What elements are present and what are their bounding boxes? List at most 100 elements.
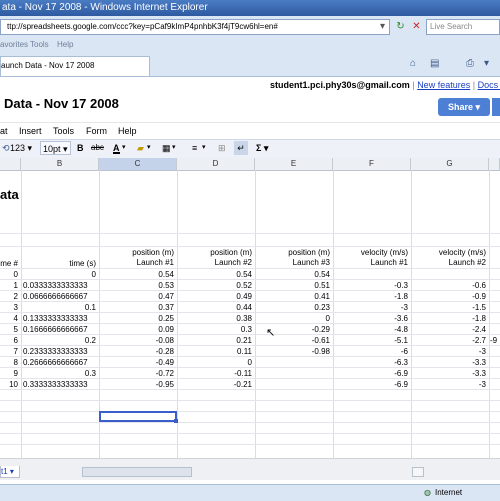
print-icon[interactable]: ⎙	[466, 58, 474, 69]
stop-icon[interactable]: ✕	[410, 20, 423, 33]
page-icon[interactable]: ▾	[484, 58, 489, 69]
cell-d[interactable]: 0.44	[177, 302, 255, 313]
cell-a[interactable]: 2	[0, 291, 21, 302]
cell-b[interactable]: 0.3	[21, 368, 99, 379]
column-header-e[interactable]: E	[255, 158, 333, 170]
cell-b[interactable]: 0.1333333333333	[21, 313, 99, 324]
cell-c[interactable]: -0.72	[99, 368, 177, 379]
cell-f[interactable]: -6.9	[333, 379, 411, 390]
header-pos2-line2[interactable]: Launch #2	[177, 257, 255, 268]
merge-cells-icon[interactable]: ⊞	[218, 141, 226, 155]
cell-a[interactable]: 8	[0, 357, 21, 368]
menu-form[interactable]: Form	[86, 123, 107, 139]
dropdown-arrow-icon[interactable]: ▾	[376, 20, 389, 33]
wrap-text-icon[interactable]: ↵	[234, 141, 248, 155]
column-header-b[interactable]: B	[21, 158, 99, 170]
column-header-f[interactable]: F	[333, 158, 411, 170]
cell-g[interactable]: -0.9	[411, 291, 489, 302]
column-header-g[interactable]: G	[411, 158, 489, 170]
live-search-input[interactable]: Live Search	[426, 19, 500, 35]
cell-g[interactable]: -1.5	[411, 302, 489, 313]
cell-f[interactable]: -5.1	[333, 335, 411, 346]
save-button-edge[interactable]	[492, 98, 500, 116]
cell-b[interactable]: 0.2333333333333	[21, 346, 99, 357]
font-size-dropdown[interactable]: 10pt ▾	[40, 141, 71, 155]
document-title[interactable]: Data - Nov 17 2008	[4, 96, 119, 111]
scroll-right-button[interactable]	[412, 467, 424, 477]
cell-c[interactable]: 0.53	[99, 280, 177, 291]
cell-f[interactable]: -6.9	[333, 368, 411, 379]
cell-a[interactable]: 6	[0, 335, 21, 346]
cell-g[interactable]: -3.3	[411, 368, 489, 379]
header-pos3-line2[interactable]: Launch #3	[255, 257, 333, 268]
cell-g[interactable]: -3	[411, 346, 489, 357]
cell-b[interactable]: 0.3333333333333	[21, 379, 99, 390]
chevron-down-icon[interactable]: ▾	[147, 141, 151, 155]
header-frame[interactable]: me #	[0, 258, 21, 269]
chevron-down-icon[interactable]: ▾	[122, 141, 126, 155]
cell-g[interactable]	[411, 269, 489, 280]
cell-a[interactable]: 4	[0, 313, 21, 324]
cell-d[interactable]: 0.49	[177, 291, 255, 302]
cell-f[interactable]: -6	[333, 346, 411, 357]
menu-format[interactable]: at	[0, 123, 8, 139]
cell-a[interactable]: 0	[0, 269, 21, 280]
cell-d[interactable]: 0	[177, 357, 255, 368]
cell-c[interactable]: 0.37	[99, 302, 177, 313]
cell-d[interactable]: -0.11	[177, 368, 255, 379]
menu-insert[interactable]: Insert	[19, 123, 42, 139]
header-time[interactable]: time (s)	[21, 258, 99, 269]
cell-f[interactable]: -4.8	[333, 324, 411, 335]
cell-a[interactable]: 3	[0, 302, 21, 313]
cell-d[interactable]: 0.11	[177, 346, 255, 357]
menu-help[interactable]: Help	[118, 123, 137, 139]
cell-c[interactable]: -0.49	[99, 357, 177, 368]
chevron-down-icon[interactable]: ▾	[172, 141, 176, 155]
cell-g[interactable]: -2.7	[411, 335, 489, 346]
cell-g[interactable]: -3	[411, 379, 489, 390]
cell-d[interactable]: -0.21	[177, 379, 255, 390]
cell-g[interactable]: -2.4	[411, 324, 489, 335]
cell-g[interactable]: -3.3	[411, 357, 489, 368]
header-vel1-line2[interactable]: Launch #1	[333, 257, 411, 268]
cell-f[interactable]	[333, 269, 411, 280]
cell-b[interactable]: 0.2666666666667	[21, 357, 99, 368]
home-icon[interactable]: ⌂	[410, 58, 416, 69]
feeds-icon[interactable]: ▤	[430, 58, 439, 69]
align-icon[interactable]: ≡	[192, 141, 197, 155]
cell-b[interactable]: 0.0666666666667	[21, 291, 99, 302]
fill-handle[interactable]	[174, 419, 178, 423]
cell-d[interactable]: 0.38	[177, 313, 255, 324]
selected-cell[interactable]	[99, 411, 177, 422]
cell-c[interactable]: -0.28	[99, 346, 177, 357]
header-vel2-line2[interactable]: Launch #2	[411, 257, 489, 268]
cell-f[interactable]: -3	[333, 302, 411, 313]
cell-a[interactable]: 10	[0, 379, 21, 390]
cell-b[interactable]: 0.0333333333333	[21, 280, 99, 291]
column-header-c[interactable]: C	[99, 158, 177, 170]
header-pos1-line2[interactable]: Launch #1	[99, 257, 177, 268]
cell-e[interactable]: -0.98	[255, 346, 333, 357]
cell-f[interactable]: -3.6	[333, 313, 411, 324]
bold-button[interactable]: B	[77, 141, 84, 155]
cell-d[interactable]: 0.21	[177, 335, 255, 346]
refresh-icon[interactable]: ↻	[394, 20, 407, 33]
cell-overflow[interactable]: -9	[489, 335, 500, 346]
cell-g[interactable]: -1.8	[411, 313, 489, 324]
share-button[interactable]: Share ▾	[438, 98, 490, 116]
borders-icon[interactable]: ▦	[162, 141, 171, 155]
cell-e[interactable]: 0.23	[255, 302, 333, 313]
cell-g[interactable]: -0.6	[411, 280, 489, 291]
cell-d[interactable]: 0.3	[177, 324, 255, 335]
cell-e[interactable]	[255, 379, 333, 390]
cell-b[interactable]: 0.1666666666667	[21, 324, 99, 335]
cell-c[interactable]: 0.09	[99, 324, 177, 335]
cell-a[interactable]: 5	[0, 324, 21, 335]
sheet-heading-cell[interactable]: ata	[0, 187, 19, 202]
cell-e[interactable]: 0	[255, 313, 333, 324]
cell-a[interactable]: 7	[0, 346, 21, 357]
column-header-d[interactable]: D	[177, 158, 255, 170]
cell-c[interactable]: -0.95	[99, 379, 177, 390]
cell-c[interactable]: 0.47	[99, 291, 177, 302]
fill-color-icon[interactable]: ▰	[137, 141, 144, 155]
